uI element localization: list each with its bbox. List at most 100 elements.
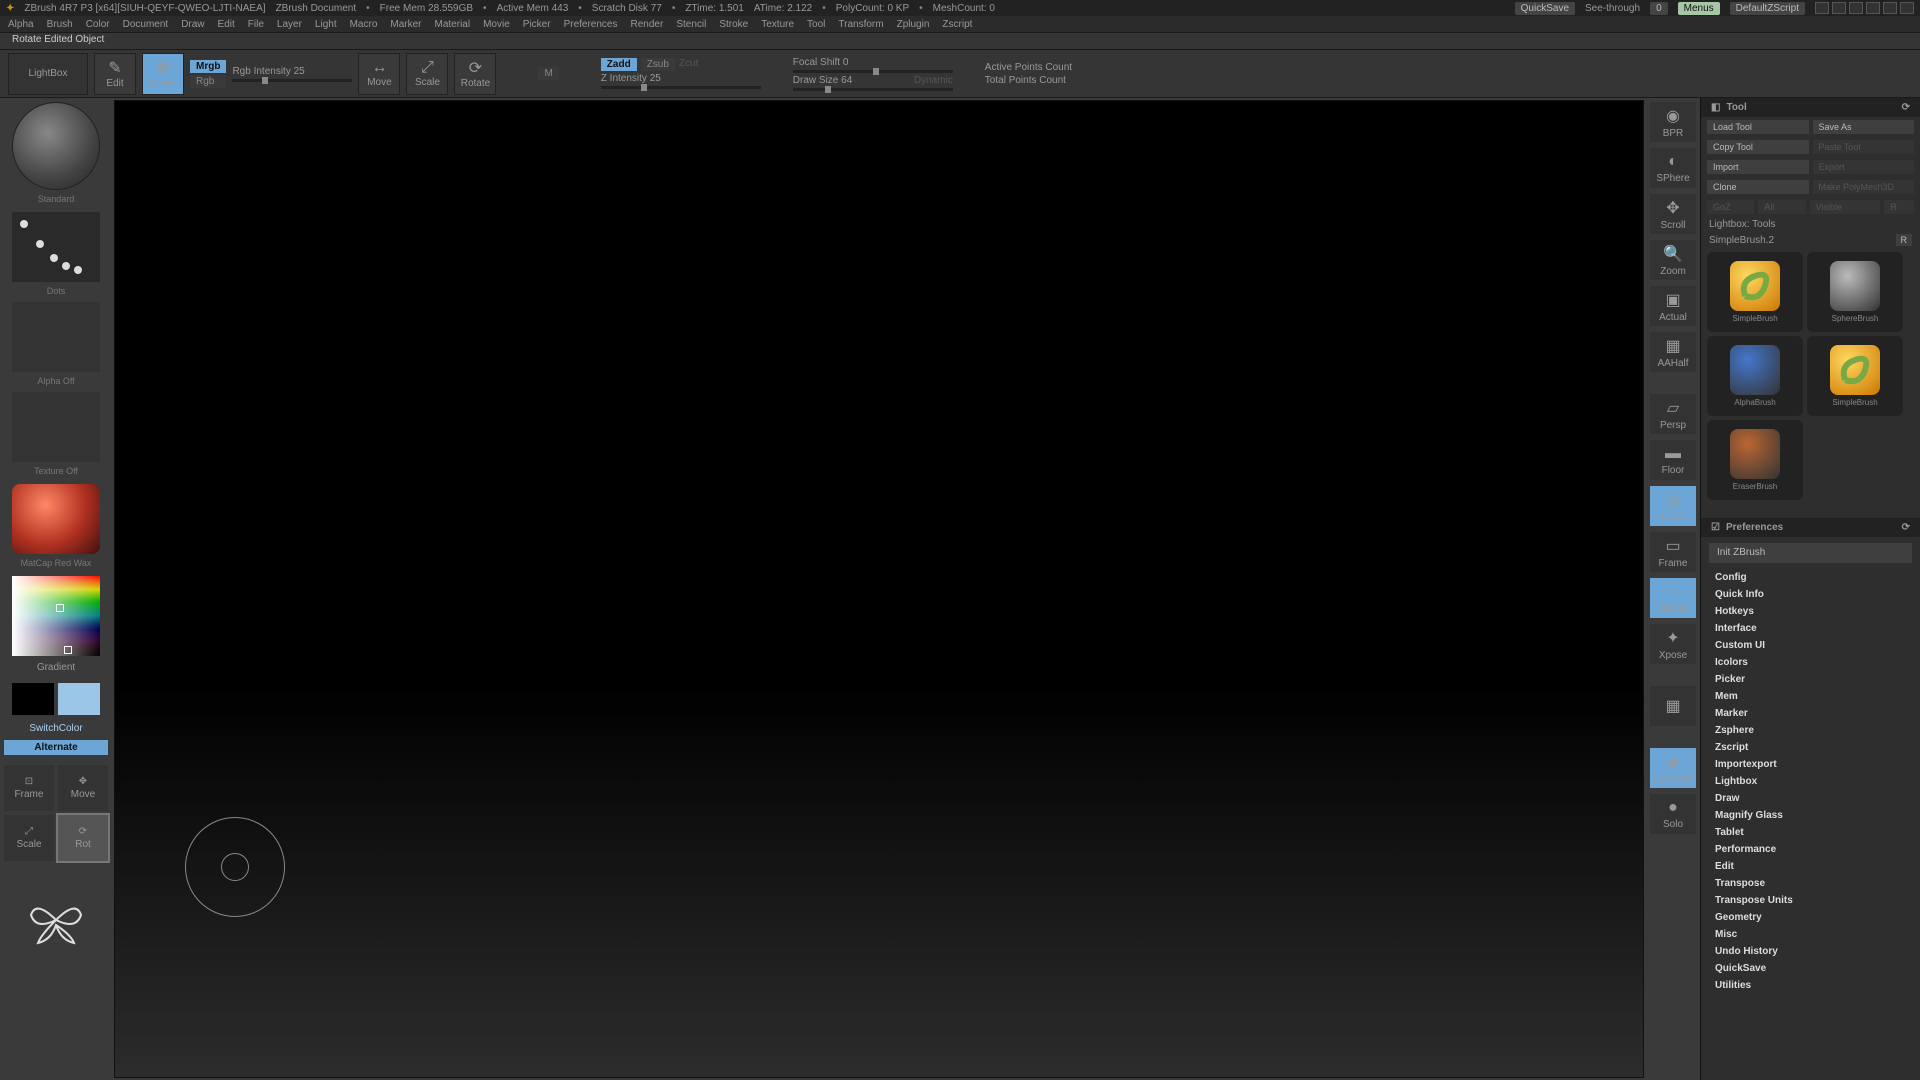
frame-nav-button[interactable]: ⊡Frame	[4, 765, 54, 811]
move-nav-button[interactable]: ✥Move	[58, 765, 108, 811]
menu-item-transform[interactable]: Transform	[834, 19, 887, 30]
paste-tool-button[interactable]: Paste Tool	[1813, 140, 1915, 154]
mrgb-toggle[interactable]: Mrgb	[190, 60, 226, 73]
menu-item-light[interactable]: Light	[311, 19, 341, 30]
default-script[interactable]: DefaultZScript	[1730, 2, 1805, 15]
edit-button[interactable]: ✎Edit	[94, 53, 136, 95]
secondary-color-swatch[interactable]	[12, 683, 54, 715]
local-button[interactable]: ◎Local	[1650, 486, 1696, 526]
zadd-toggle[interactable]: Zadd	[601, 58, 637, 71]
menu-item-file[interactable]: File	[244, 19, 268, 30]
prefs-category-undo-history[interactable]: Undo History	[1701, 943, 1920, 960]
menu-item-movie[interactable]: Movie	[479, 19, 514, 30]
canvas-viewport[interactable]	[114, 100, 1644, 1078]
texture-thumbnail[interactable]	[12, 392, 100, 462]
menu-item-alpha[interactable]: Alpha	[4, 19, 38, 30]
z-intensity-slider[interactable]: Z Intensity 25	[601, 73, 761, 89]
xpose-button[interactable]: ✦Xpose	[1650, 624, 1696, 664]
prefs-category-quicksave[interactable]: QuickSave	[1701, 960, 1920, 977]
menu-item-color[interactable]: Color	[82, 19, 114, 30]
tool-panel-header[interactable]: ◧Tool⟳	[1701, 98, 1920, 117]
import-button[interactable]: Import	[1707, 160, 1809, 174]
prefs-category-magnify-glass[interactable]: Magnify Glass	[1701, 807, 1920, 824]
floor-button[interactable]: ▬Floor	[1650, 440, 1696, 480]
menu-item-document[interactable]: Document	[119, 19, 173, 30]
prefs-category-zsphere[interactable]: Zsphere	[1701, 722, 1920, 739]
polyframe-button[interactable]: ▦	[1650, 686, 1696, 726]
goz-r-button[interactable]: R	[1884, 200, 1914, 214]
prefs-category-custom-ui[interactable]: Custom UI	[1701, 637, 1920, 654]
prefs-category-importexport[interactable]: Importexport	[1701, 756, 1920, 773]
active-tool-label[interactable]: SimpleBrush.2 R	[1701, 232, 1920, 248]
menu-item-edit[interactable]: Edit	[214, 19, 239, 30]
rotate-nav-button[interactable]: ⟳Rot	[58, 815, 108, 861]
see-through-value[interactable]: 0	[1650, 2, 1668, 15]
help-icon[interactable]	[1849, 2, 1863, 14]
prefs-category-geometry[interactable]: Geometry	[1701, 909, 1920, 926]
scale-button[interactable]: ⤢Scale	[406, 53, 448, 95]
menu-item-texture[interactable]: Texture	[757, 19, 798, 30]
lightbox-button[interactable]: LightBox	[8, 53, 88, 95]
save-as-button[interactable]: Save As	[1813, 120, 1915, 134]
prefs-category-zscript[interactable]: Zscript	[1701, 739, 1920, 756]
goz-all-button[interactable]: All	[1758, 200, 1805, 214]
sphere-button[interactable]: ◐SPhere	[1650, 148, 1696, 188]
menu-item-zscript[interactable]: Zscript	[938, 19, 976, 30]
rgb-intensity-slider[interactable]: Rgb Intensity 25	[232, 66, 352, 82]
prefs-category-edit[interactable]: Edit	[1701, 858, 1920, 875]
menu-item-draw[interactable]: Draw	[177, 19, 208, 30]
scale-nav-button[interactable]: ⤢Scale	[4, 815, 54, 861]
prefs-category-quick-info[interactable]: Quick Info	[1701, 586, 1920, 603]
switchcolor-button[interactable]: SwitchColor	[4, 721, 108, 736]
prefs-category-misc[interactable]: Misc	[1701, 926, 1920, 943]
menu-item-macro[interactable]: Macro	[346, 19, 382, 30]
color-picker[interactable]	[12, 576, 100, 656]
preferences-panel-header[interactable]: ☑ Preferences ⟳	[1701, 518, 1920, 537]
draw-button[interactable]: ✥Draw	[142, 53, 184, 95]
menu-item-tool[interactable]: Tool	[803, 19, 829, 30]
prefs-category-mem[interactable]: Mem	[1701, 688, 1920, 705]
minimize-icon[interactable]	[1866, 2, 1880, 14]
menu-item-brush[interactable]: Brush	[43, 19, 77, 30]
alternate-button[interactable]: Alternate	[4, 740, 108, 755]
copy-tool-button[interactable]: Copy Tool	[1707, 140, 1809, 154]
menu-item-picker[interactable]: Picker	[519, 19, 555, 30]
goz-visible-button[interactable]: Visible	[1810, 200, 1881, 214]
tool-thumb-eraserbrush[interactable]: EraserBrush	[1707, 420, 1803, 500]
reset-icon[interactable]: ⟳	[1902, 102, 1910, 113]
expand-icon[interactable]	[1815, 2, 1829, 14]
move-button[interactable]: ↔Move	[358, 53, 400, 95]
prefs-category-interface[interactable]: Interface	[1701, 620, 1920, 637]
scroll-button[interactable]: ✥Scroll	[1650, 194, 1696, 234]
prefs-category-hotkeys[interactable]: Hotkeys	[1701, 603, 1920, 620]
menu-item-material[interactable]: Material	[431, 19, 475, 30]
solo-button[interactable]: ●Solo	[1650, 794, 1696, 834]
zsub-toggle[interactable]: Zsub	[641, 58, 675, 71]
menu-item-stencil[interactable]: Stencil	[672, 19, 710, 30]
primary-color-swatch[interactable]	[58, 683, 100, 715]
menu-item-zplugin[interactable]: Zplugin	[893, 19, 934, 30]
draw-size-slider[interactable]: Draw Size 64Dynamic	[793, 75, 953, 91]
menu-item-marker[interactable]: Marker	[386, 19, 425, 30]
prefs-category-performance[interactable]: Performance	[1701, 841, 1920, 858]
ghost-button[interactable]: ◌Ghost	[1650, 578, 1696, 618]
close-icon[interactable]	[1900, 2, 1914, 14]
bpr-button[interactable]: ◉BPR	[1650, 102, 1696, 142]
tool-r-button[interactable]: R	[1896, 234, 1913, 246]
zoom-button[interactable]: 🔍Zoom	[1650, 240, 1696, 280]
actual-button[interactable]: ▣Actual	[1650, 286, 1696, 326]
quicksave-button[interactable]: QuickSave	[1515, 2, 1575, 15]
prefs-category-transpose-units[interactable]: Transpose Units	[1701, 892, 1920, 909]
refresh-icon[interactable]: ⟳	[1902, 522, 1910, 533]
export-button[interactable]: Export	[1813, 160, 1915, 174]
tool-thumb-simplebrush[interactable]: SimpleBrush	[1807, 336, 1903, 416]
rgb-toggle[interactable]: Rgb	[190, 75, 226, 88]
prefs-category-utilities[interactable]: Utilities	[1701, 977, 1920, 994]
prefs-category-tablet[interactable]: Tablet	[1701, 824, 1920, 841]
menu-item-render[interactable]: Render	[627, 19, 668, 30]
aahalf-button[interactable]: ▦AAHalf	[1650, 332, 1696, 372]
clone-button[interactable]: Clone	[1707, 180, 1809, 194]
stroke-thumbnail[interactable]	[12, 212, 100, 282]
pin-icon[interactable]	[1832, 2, 1846, 14]
goz-button[interactable]: GoZ	[1707, 200, 1754, 214]
